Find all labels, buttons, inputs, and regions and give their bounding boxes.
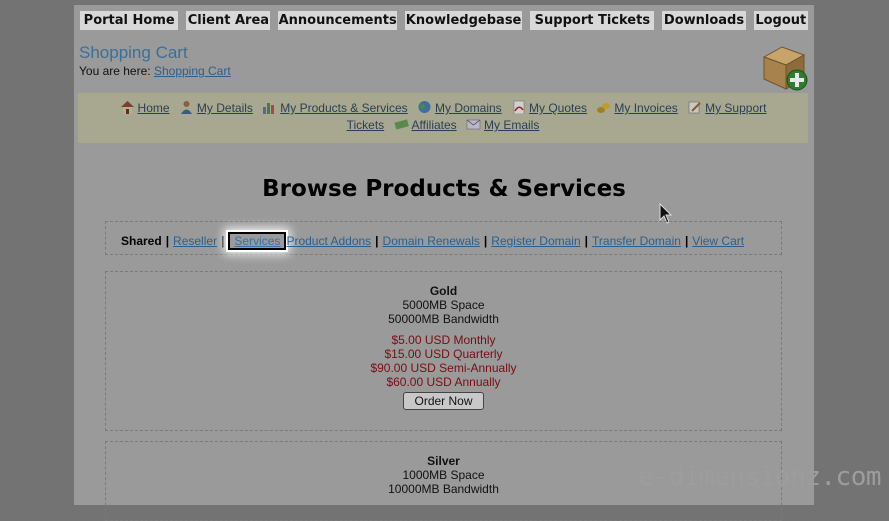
top-navigation: Portal Home Client Area Announcements Kn… [80, 11, 808, 30]
quicklink-tickets[interactable]: Tickets [347, 118, 385, 132]
page-title: Shopping Cart [79, 43, 188, 62]
quicklink-my-support[interactable]: My Support [687, 100, 766, 115]
quicklink-home[interactable]: Home [120, 100, 170, 115]
quicklink-my-products-services[interactable]: My Products & Services [262, 100, 408, 115]
breadcrumb-prefix: You are here: [79, 64, 151, 78]
category-reseller[interactable]: Reseller [173, 234, 217, 248]
nav-support-tickets[interactable]: Support Tickets [530, 11, 655, 30]
quicklink-my-domains[interactable]: My Domains [417, 100, 502, 115]
quicklink-my-quotes[interactable]: My Quotes [511, 100, 587, 115]
category-product-addons[interactable]: Product Addons [286, 234, 371, 248]
price-line: $15.00 USD Quarterly [384, 347, 503, 361]
envelope-icon [466, 119, 481, 130]
category-view-cart[interactable]: View Cart [692, 234, 744, 248]
quick-links-row-1: Home My Details My Products & Services M… [78, 100, 808, 115]
product-prices: $5.00 USD Monthly $15.00 USD Quarterly $… [106, 333, 781, 389]
product-feature: 50000MB Bandwidth [388, 312, 499, 326]
cart-box-add-icon [762, 46, 808, 91]
price-line: $60.00 USD Annually [386, 375, 501, 389]
quicklink-my-details[interactable]: My Details [179, 100, 253, 115]
watermark: e-dimensionz.com [638, 462, 882, 492]
page: Portal Home Client Area Announcements Kn… [74, 5, 814, 521]
quicklink-affiliates[interactable]: Affiliates [393, 117, 457, 132]
nav-announcements[interactable]: Announcements [278, 11, 397, 30]
price-line: $5.00 USD Monthly [391, 333, 496, 347]
breadcrumb-shopping-cart-link[interactable]: Shopping Cart [154, 64, 231, 78]
user-icon [180, 101, 192, 114]
category-bar: Shared | Reseller | Services Product Addons | D… [105, 221, 782, 255]
category-transfer-domain[interactable]: Transfer Domain [592, 234, 681, 248]
quick-links-bar: Home My Details My Products & Services M… [78, 93, 808, 143]
pdf-icon [513, 100, 525, 114]
category-domain-renewals[interactable]: Domain Renewals [383, 234, 480, 248]
globe-icon [418, 101, 431, 113]
product-card: Gold 5000MB Space 50000MB Bandwidth $5.0… [105, 271, 782, 431]
bar-chart-icon [263, 103, 275, 114]
browse-title: Browse Products & Services [262, 176, 626, 202]
category-register-domain[interactable]: Register Domain [491, 234, 580, 248]
category-current: Shared [121, 234, 162, 248]
house-icon [120, 101, 134, 114]
quicklink-my-emails[interactable]: My Emails [466, 117, 539, 132]
nav-client-area[interactable]: Client Area [186, 11, 271, 30]
product-name: Gold [429, 284, 458, 298]
nav-knowledgebase[interactable]: Knowledgebase [404, 11, 523, 30]
category-highlight: Services [226, 230, 289, 252]
order-now-button[interactable]: Order Now [403, 392, 484, 410]
nav-portal-home[interactable]: Portal Home [80, 11, 179, 30]
price-line: $90.00 USD Semi-Annually [370, 361, 517, 375]
edit-icon [688, 101, 701, 114]
quick-links-row-2: Tickets Affiliates My Emails [78, 117, 808, 132]
nav-downloads[interactable]: Downloads [662, 11, 746, 30]
money-icon [393, 119, 409, 130]
nav-logout[interactable]: Logout [753, 11, 808, 30]
breadcrumb: You are here: Shopping Cart [79, 64, 231, 78]
coins-icon [597, 103, 611, 113]
quicklink-my-invoices[interactable]: My Invoices [596, 100, 678, 115]
product-feature: 5000MB Space [402, 298, 485, 312]
category-services[interactable]: Services [234, 234, 280, 248]
